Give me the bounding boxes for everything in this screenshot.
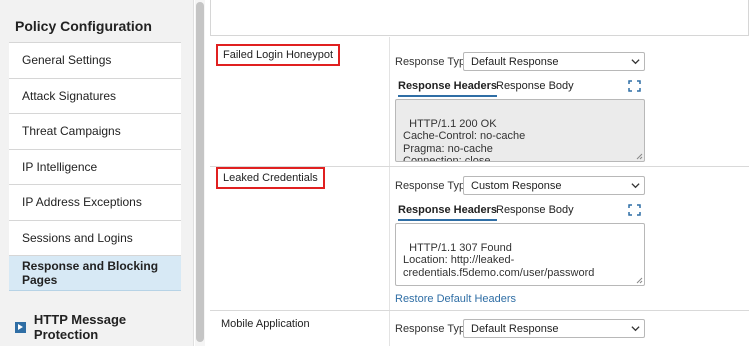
row-label-leaked-credentials: Leaked Credentials xyxy=(216,167,325,189)
expand-arrow-icon xyxy=(15,321,26,333)
sidebar-item-sessions-and-logins[interactable]: Sessions and Logins xyxy=(9,219,181,255)
sidebar-item-response-and-blocking-pages[interactable]: Response and Blocking Pages xyxy=(9,255,181,291)
resize-grip-icon[interactable] xyxy=(636,277,643,284)
response-type-value: Default Response xyxy=(471,322,559,335)
scrollbar-thumb[interactable] xyxy=(196,2,204,342)
response-headers-textarea[interactable]: HTTP/1.1 200 OK Cache-Control: no-cache … xyxy=(395,99,645,162)
response-headers-text: HTTP/1.1 200 OK Cache-Control: no-cache … xyxy=(403,117,526,162)
tab-response-body[interactable]: Response Body xyxy=(496,80,574,95)
response-type-label: Response Type xyxy=(395,180,472,192)
sidebar-item-attack-signatures[interactable]: Attack Signatures xyxy=(9,77,181,113)
sidebar-item-general-settings[interactable]: General Settings xyxy=(9,42,181,78)
sidebar-scrollbar[interactable] xyxy=(195,0,205,346)
sidebar-title: Policy Configuration xyxy=(15,18,152,34)
response-type-label: Response Type xyxy=(395,56,472,68)
sidebar-section-http-message-protection[interactable]: HTTP Message Protection xyxy=(15,312,193,342)
top-panel xyxy=(210,0,749,36)
chevron-down-icon xyxy=(631,183,640,189)
tab-response-headers[interactable]: Response Headers xyxy=(398,80,498,97)
fullscreen-icon[interactable] xyxy=(628,204,641,216)
response-headers-textarea[interactable]: HTTP/1.1 307 Found Location: http://leak… xyxy=(395,223,645,286)
row-label-failed-login-honeypot: Failed Login Honeypot xyxy=(216,44,341,66)
row-divider xyxy=(210,310,749,311)
response-type-value: Default Response xyxy=(471,55,559,68)
sidebar-section-label: HTTP Message Protection xyxy=(33,312,127,342)
tab-response-headers[interactable]: Response Headers xyxy=(398,204,498,221)
chevron-down-icon xyxy=(631,59,640,65)
response-type-select[interactable]: Default Response xyxy=(463,52,645,71)
resize-grip-icon[interactable] xyxy=(636,153,643,160)
sidebar-item-threat-campaigns[interactable]: Threat Campaigns xyxy=(9,113,181,149)
response-type-select[interactable]: Custom Response xyxy=(463,176,645,195)
sidebar-list: General Settings Attack Signatures Threa… xyxy=(9,42,181,291)
sidebar-item-ip-address-exceptions[interactable]: IP Address Exceptions xyxy=(9,184,181,220)
response-type-value: Custom Response xyxy=(471,179,562,192)
response-type-label: Response Type xyxy=(395,323,472,335)
response-headers-text: HTTP/1.1 307 Found Location: http://leak… xyxy=(403,241,595,279)
column-divider xyxy=(389,37,390,346)
tab-response-body[interactable]: Response Body xyxy=(496,204,574,219)
fullscreen-icon[interactable] xyxy=(628,80,641,92)
row-label-mobile-application: Mobile Application xyxy=(221,318,310,330)
sidebar-item-ip-intelligence[interactable]: IP Intelligence xyxy=(9,148,181,184)
chevron-down-icon xyxy=(631,326,640,332)
response-type-select[interactable]: Default Response xyxy=(463,319,645,338)
restore-default-headers-link[interactable]: Restore Default Headers xyxy=(395,293,516,305)
sidebar: Policy Configuration General Settings At… xyxy=(0,0,194,346)
